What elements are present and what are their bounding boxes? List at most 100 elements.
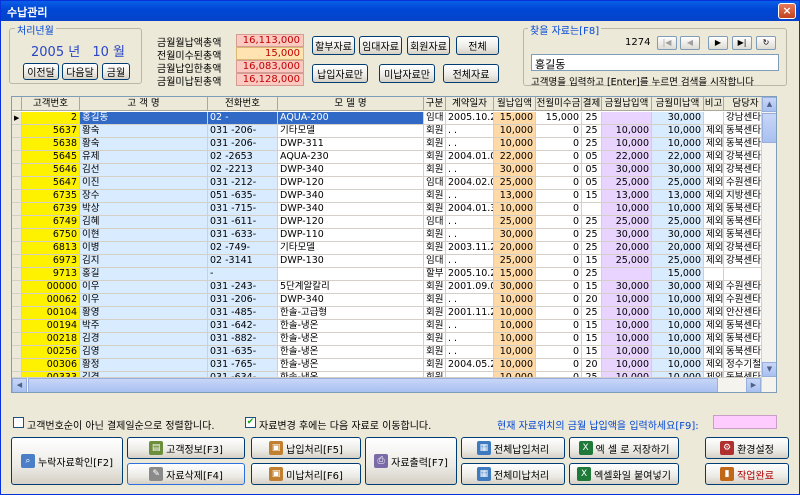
grid-cell[interactable]: 25,000: [652, 255, 704, 268]
grid-cell[interactable]: 할부: [424, 268, 446, 281]
grid-cell[interactable]: 15: [582, 333, 602, 346]
grid-cell[interactable]: 회원: [424, 307, 446, 320]
grid-cell[interactable]: 5637: [22, 125, 80, 138]
table-row[interactable]: 5645유제02 -2653AQUA-230회원2004.01.0922,000…: [12, 151, 776, 164]
grid-cell[interactable]: 6973: [22, 255, 80, 268]
grid-cell[interactable]: 임대: [424, 112, 446, 125]
grid-cell[interactable]: 10,000: [602, 138, 652, 151]
grid-cell[interactable]: 10,000: [494, 359, 536, 372]
filter-all-button[interactable]: 전체: [456, 36, 499, 55]
grid-cell[interactable]: 00000: [22, 281, 80, 294]
delete-button[interactable]: ✎ 자료삭제[F4]: [127, 463, 245, 485]
grid-cell[interactable]: 6813: [22, 242, 80, 255]
grid-cell[interactable]: 제외: [704, 320, 724, 333]
grid-cell[interactable]: 이우: [80, 294, 208, 307]
grid-cell[interactable]: 이우: [80, 281, 208, 294]
grid-cell[interactable]: 2004.02.03: [446, 177, 494, 190]
grid-cell[interactable]: AQUA-230: [278, 151, 424, 164]
grid-cell[interactable]: 0: [536, 346, 582, 359]
grid-cell[interactable]: 25: [582, 242, 602, 255]
grid-cell[interactable]: 10,000: [652, 346, 704, 359]
grid-cell[interactable]: 회원: [424, 138, 446, 151]
grid-cell[interactable]: 제외: [704, 307, 724, 320]
grid-cell[interactable]: 한솔-냉온: [278, 333, 424, 346]
all-payment-button[interactable]: ▦ 전체납입처리: [461, 437, 565, 459]
grid-cell[interactable]: 회원: [424, 281, 446, 294]
grid-cell[interactable]: 15,000: [536, 112, 582, 125]
grid-cell[interactable]: 20,000: [652, 242, 704, 255]
table-row[interactable]: 6750 이현 031 -633- DWP-110 회원. . 30,000 0 25 30,0…: [12, 229, 776, 242]
grid-cell[interactable]: 9713: [22, 268, 80, 281]
grid-cell[interactable]: 30,000: [494, 229, 536, 242]
grid-cell[interactable]: . .: [446, 333, 494, 346]
grid-cell[interactable]: 10,000: [652, 333, 704, 346]
grid-cell[interactable]: 10,000: [602, 333, 652, 346]
grid-cell[interactable]: 임대: [424, 255, 446, 268]
grid-cell[interactable]: 2003.11.24: [446, 242, 494, 255]
grid-cell[interactable]: 10,000: [652, 203, 704, 216]
grid-cell[interactable]: 25: [582, 138, 602, 151]
customer-grid[interactable]: 고객번호 고 객 명 전화번호 모 델 명 구분 계약일자 월납입액 전월미수금 결제 금월납입액…: [11, 96, 777, 393]
grid-cell[interactable]: 031 -635-: [208, 346, 278, 359]
grid-cell[interactable]: 00306: [22, 359, 80, 372]
grid-cell[interactable]: 10,000: [602, 125, 652, 138]
column-header[interactable]: 구분: [424, 97, 446, 111]
row-selector[interactable]: [12, 216, 22, 229]
grid-cell[interactable]: 제외: [704, 125, 724, 138]
column-header[interactable]: 고 객 명: [80, 97, 208, 111]
grid-cell[interactable]: 25,000: [602, 255, 652, 268]
filter-unpaid-button[interactable]: 미납자료만: [379, 64, 435, 83]
grid-cell[interactable]: 10,000: [602, 359, 652, 372]
filter-alldata-button[interactable]: 전체자료: [443, 64, 499, 83]
grid-cell[interactable]: 제외: [704, 346, 724, 359]
grid-cell[interactable]: 0: [536, 359, 582, 372]
grid-cell[interactable]: 25,000: [602, 177, 652, 190]
column-header[interactable]: 전화번호: [208, 97, 278, 111]
grid-cell[interactable]: 0: [536, 242, 582, 255]
grid-cell[interactable]: 제외: [704, 164, 724, 177]
grid-cell[interactable]: 30,000: [602, 281, 652, 294]
grid-cell[interactable]: 회원: [424, 229, 446, 242]
grid-cell[interactable]: 13,000: [652, 190, 704, 203]
grid-cell[interactable]: 02 -: [208, 112, 278, 125]
grid-cell[interactable]: 25,000: [494, 177, 536, 190]
table-row[interactable]: 5647이진031 -212-DWP-120임대2004.02.0325,000…: [12, 177, 776, 190]
row-selector[interactable]: [12, 138, 22, 151]
grid-cell[interactable]: 이현: [80, 229, 208, 242]
grid-cell[interactable]: 이병: [80, 242, 208, 255]
grid-cell[interactable]: 2004.01.09: [446, 151, 494, 164]
grid-cell[interactable]: 0: [536, 203, 582, 216]
table-row[interactable]: 6735 장수 051 -635- DWP-340 회원. . 13,000 0 15 13,0…: [12, 190, 776, 203]
grid-cell[interactable]: 10,000: [494, 294, 536, 307]
grid-cell[interactable]: 25,000: [652, 216, 704, 229]
grid-cell[interactable]: 제외: [704, 255, 724, 268]
first-record-icon[interactable]: |◀: [657, 36, 677, 50]
grid-cell[interactable]: 김경: [80, 333, 208, 346]
grid-cell[interactable]: 0: [536, 268, 582, 281]
row-selector[interactable]: [12, 229, 22, 242]
table-row[interactable]: 6739박상031 -715-DWP-340회원2004.01.3110,000…: [12, 203, 776, 216]
grid-cell[interactable]: 김영: [80, 346, 208, 359]
scroll-left-icon[interactable]: ◀: [12, 378, 27, 392]
grid-cell[interactable]: 2001.11.28: [446, 307, 494, 320]
filter-installment-button[interactable]: 할부자료: [312, 36, 355, 55]
grid-cell[interactable]: 10,000: [652, 320, 704, 333]
grid-cell[interactable]: . .: [446, 216, 494, 229]
grid-cell[interactable]: 031 -715-: [208, 203, 278, 216]
grid-cell[interactable]: 031 -642-: [208, 320, 278, 333]
grid-cell[interactable]: 5645: [22, 151, 80, 164]
table-row[interactable]: 00256 김영 031 -635- 한솔-냉온 회원. . 10,000 0 15 10,00…: [12, 346, 776, 359]
grid-cell[interactable]: 제외: [704, 138, 724, 151]
grid-cell[interactable]: 15: [582, 255, 602, 268]
grid-cell[interactable]: 00104: [22, 307, 80, 320]
column-header[interactable]: 모 델 명: [278, 97, 424, 111]
row-selector[interactable]: [12, 281, 22, 294]
grid-cell[interactable]: 02 -2653: [208, 151, 278, 164]
grid-cell[interactable]: 한솔-냉온: [278, 359, 424, 372]
grid-cell[interactable]: [704, 112, 724, 125]
grid-cell[interactable]: 2005.10.20: [446, 268, 494, 281]
grid-cell[interactable]: 한솔-고급형: [278, 307, 424, 320]
grid-cell[interactable]: [602, 112, 652, 125]
row-selector[interactable]: [12, 333, 22, 346]
all-unpaid-button[interactable]: ▦ 전체미납처리: [461, 463, 565, 485]
